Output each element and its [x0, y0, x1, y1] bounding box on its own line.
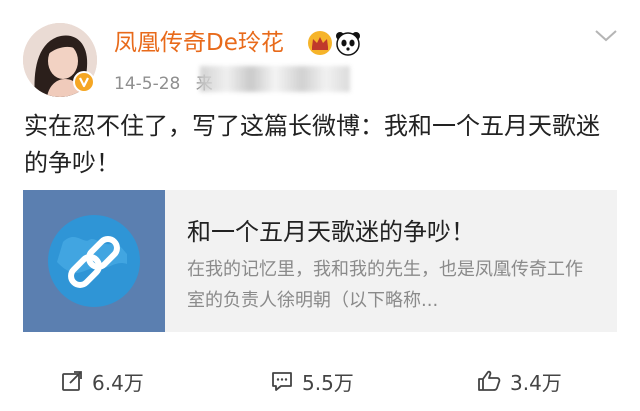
- panda-icon: [334, 30, 362, 56]
- like-count: 3.4万: [510, 370, 562, 395]
- crown-icon: [306, 30, 334, 56]
- link-card[interactable]: 和一个五月天歌迷的争吵！ 在我的记忆里，我和我的先生，也是凤凰传奇工作室的负责人…: [23, 190, 617, 332]
- link-icon: [48, 215, 140, 307]
- comment-count: 5.5万: [302, 370, 354, 395]
- post-date: 14-5-28: [114, 74, 181, 94]
- like-button[interactable]: 3.4万: [476, 357, 562, 405]
- username[interactable]: 凤凰传奇De玲花: [114, 28, 284, 58]
- link-card-description: 在我的记忆里，我和我的先生，也是凤凰传奇工作室的负责人徐明朝（以下略称...: [187, 259, 583, 311]
- comment-button[interactable]: 5.5万: [270, 357, 354, 405]
- post-text: 实在忍不住了，写了这篇长微博：我和一个五月天歌迷的争吵！: [24, 112, 600, 177]
- link-thumbnail: [23, 190, 165, 332]
- repost-button[interactable]: 6.4万: [60, 357, 144, 405]
- repost-icon: [62, 371, 82, 391]
- post-meta: 14-5-28 来: [114, 69, 213, 94]
- repost-count: 6.4万: [92, 370, 144, 395]
- like-icon: [478, 370, 501, 391]
- blurred-source: [200, 66, 350, 92]
- chevron-down-icon[interactable]: [594, 28, 618, 44]
- verified-icon: [73, 71, 95, 93]
- link-card-title[interactable]: 和一个五月天歌迷的争吵！: [187, 212, 475, 247]
- comment-icon: [272, 372, 292, 391]
- action-bar: 6.4万 5.5万 3.4万: [0, 357, 640, 405]
